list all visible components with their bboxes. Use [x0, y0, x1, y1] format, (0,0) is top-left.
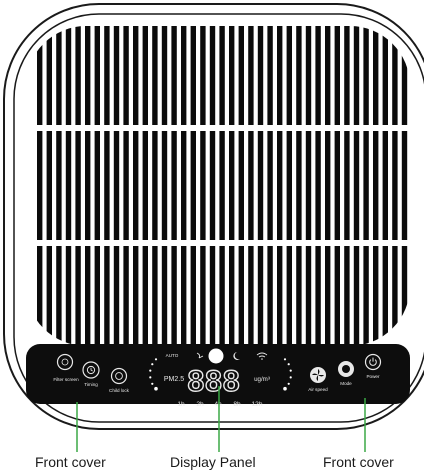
unit-label: ug/m³ — [254, 376, 270, 383]
timer-option-12h: 12h — [251, 401, 262, 408]
grille-bar — [344, 26, 350, 346]
mode-icon — [342, 365, 350, 373]
timer-option-2h: 2h — [196, 401, 204, 408]
grille-bar — [315, 26, 321, 346]
timer-option-4h: 4h — [214, 401, 222, 408]
grille-bar — [305, 26, 312, 346]
grille-bar — [171, 26, 177, 346]
grille-bar — [392, 26, 398, 346]
front-grille — [26, 26, 410, 346]
front-cover-right-label: Front cover — [323, 454, 394, 470]
child-lock-label: Child lock — [109, 388, 130, 393]
pm-value-digits: 888 — [187, 365, 240, 398]
grille-bar — [401, 26, 408, 346]
grille-bar — [181, 26, 187, 346]
grille-bar — [238, 26, 245, 346]
timer-option-1h: 1h — [177, 401, 185, 408]
display-panel-label: Display Panel — [170, 454, 256, 470]
indicator-dot — [289, 376, 292, 379]
grille-bar — [353, 26, 360, 346]
indicator-dot — [154, 386, 158, 391]
grille-bar — [104, 26, 110, 346]
grille-bar — [123, 26, 129, 346]
grille-bar — [373, 26, 379, 346]
grille-bar — [56, 26, 62, 346]
air-purifier-diagram: Filter screen Timing Child lock AUTO PM2… — [3, 3, 424, 452]
power-label: Power — [366, 374, 379, 379]
grille-bar — [200, 26, 206, 346]
indicator-dot — [287, 382, 290, 385]
grille-bar — [161, 26, 168, 346]
front-cover-left-label: Front cover — [35, 454, 106, 470]
filter-screen-label: Filter screen — [53, 377, 79, 382]
grille-bar — [75, 26, 81, 346]
grille-bar — [325, 26, 331, 346]
indicator-dot — [151, 382, 154, 385]
grille-bar — [277, 26, 283, 346]
grille-bar — [267, 26, 273, 346]
grille-bar — [190, 26, 197, 346]
grille-bar — [334, 26, 341, 346]
auto-indicator: AUTO — [166, 353, 179, 358]
grille-bar — [142, 26, 149, 346]
grille-divider-top — [26, 125, 410, 131]
indicator-dot — [283, 358, 287, 361]
indicator-dot — [287, 363, 290, 366]
indicator-dot — [149, 376, 152, 379]
mode-button[interactable]: Mode — [338, 361, 354, 386]
grille-bar — [229, 26, 235, 346]
grille-bar — [286, 26, 293, 346]
indicator-dot — [289, 369, 292, 372]
pm25-label: PM2.5 — [164, 376, 184, 383]
air-quality-indicator — [208, 348, 224, 364]
grille-bar — [296, 26, 302, 346]
grille-bar — [257, 26, 264, 346]
grille-bar — [94, 26, 100, 346]
timing-label: Timing — [84, 382, 98, 387]
indicator-dot — [149, 369, 152, 372]
grille-bar — [219, 26, 225, 346]
grille-bar — [363, 26, 369, 346]
mode-label: Mode — [340, 381, 352, 386]
grille-bar — [133, 26, 139, 346]
grille-bar — [248, 26, 254, 346]
grille-divider-bottom — [26, 240, 410, 246]
indicator-dot — [151, 363, 154, 366]
timer-option-8h: 8h — [233, 401, 241, 408]
grille-bar — [209, 26, 216, 346]
air-speed-label: Air speed — [308, 387, 328, 392]
indicator-dot — [154, 358, 158, 361]
grille-bar — [113, 26, 120, 346]
grille-bar — [85, 26, 91, 346]
grille-bar — [65, 26, 72, 346]
grille-bar — [382, 26, 389, 346]
grille-bar — [46, 26, 52, 346]
grille-bar — [37, 26, 43, 346]
grille-bar — [152, 26, 158, 346]
indicator-dot — [283, 386, 287, 391]
